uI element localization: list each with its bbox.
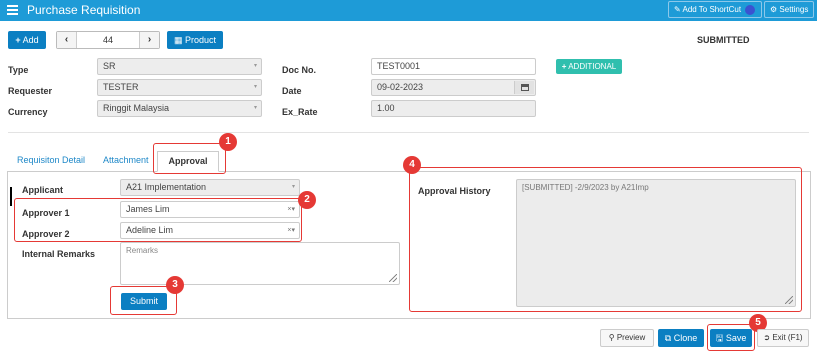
chevron-down-icon: ▾ [253,84,257,90]
calendar-icon[interactable] [514,81,534,94]
docno-input[interactable]: TEST0001 [371,58,536,75]
text-cursor [10,187,12,206]
page-title: Purchase Requisition [27,3,141,17]
applicant-label: Applicant [22,185,64,195]
tab-attachment[interactable]: Attachment [103,155,149,165]
annotation-box-4 [409,167,802,312]
exrate-input[interactable]: 1.00 [371,100,536,117]
top-bar: Purchase Requisition ✎ Add To ShortCut ⚙… [0,0,817,21]
add-to-shortcut-button[interactable]: ✎ Add To ShortCut [668,1,762,18]
divider [8,132,809,133]
grid-icon: ▦ [173,35,183,45]
copy-icon: ⧉ [664,333,672,343]
annotation-badge-3: 3 [166,276,184,294]
menu-icon[interactable] [7,5,18,15]
plus-icon: + [561,62,567,71]
tab-requisition-detail[interactable]: Requisiton Detail [17,155,85,165]
gear-icon: ⚙ [770,5,778,14]
remarks-textarea[interactable]: Remarks [120,242,400,285]
search-icon: ⚲ [608,333,615,342]
remarks-label: Internal Remarks [22,249,96,259]
type-label: Type [8,65,29,75]
chevron-down-icon: ▾ [253,105,257,111]
exrate-label: Ex_Rate [282,107,318,117]
applicant-select[interactable]: A21 Implementation ▾ [120,179,300,196]
next-record-button[interactable]: › [139,32,159,48]
annotation-badge-4: 4 [403,156,421,174]
exit-icon: ➲ [763,333,771,342]
shortcut-dot-icon [745,4,756,15]
docno-label: Doc No. [282,65,317,75]
annotation-badge-1: 1 [219,133,237,151]
date-label: Date [282,86,302,96]
previous-record-button[interactable]: ‹ [57,32,77,48]
record-pager: ‹ 44 › [56,31,160,49]
chevron-down-icon: ▾ [253,63,257,69]
preview-button[interactable]: ⚲ Preview [600,329,654,347]
exit-button[interactable]: ➲ Exit (F1) [757,329,809,347]
record-number[interactable]: 44 [77,32,139,48]
product-button[interactable]: ▦ Product [167,31,223,49]
currency-label: Currency [8,107,48,117]
type-select[interactable]: SR ▾ [97,58,262,75]
status-badge: SUBMITTED [697,35,750,45]
date-input[interactable]: 09-02-2023 [371,79,536,96]
settings-button[interactable]: ⚙ Settings [764,1,814,18]
link-icon: ✎ [674,5,681,14]
clone-button[interactable]: ⧉ Clone [658,329,704,347]
chevron-down-icon: ▾ [291,184,295,190]
requester-label: Requester [8,86,53,96]
annotation-box-1 [153,143,226,174]
requester-select[interactable]: TESTER ▾ [97,79,262,96]
resize-handle-icon[interactable] [389,274,397,282]
save-icon: 🖫 [715,333,724,343]
annotation-box-2 [14,198,302,242]
save-button[interactable]: 🖫 Save [710,329,752,347]
annotation-badge-2: 2 [298,191,316,209]
currency-select[interactable]: Ringgit Malaysia ▾ [97,100,262,117]
add-button[interactable]: + Add [8,31,46,49]
additional-button[interactable]: + ADDITIONAL [556,59,622,74]
plus-icon: + [15,35,21,45]
